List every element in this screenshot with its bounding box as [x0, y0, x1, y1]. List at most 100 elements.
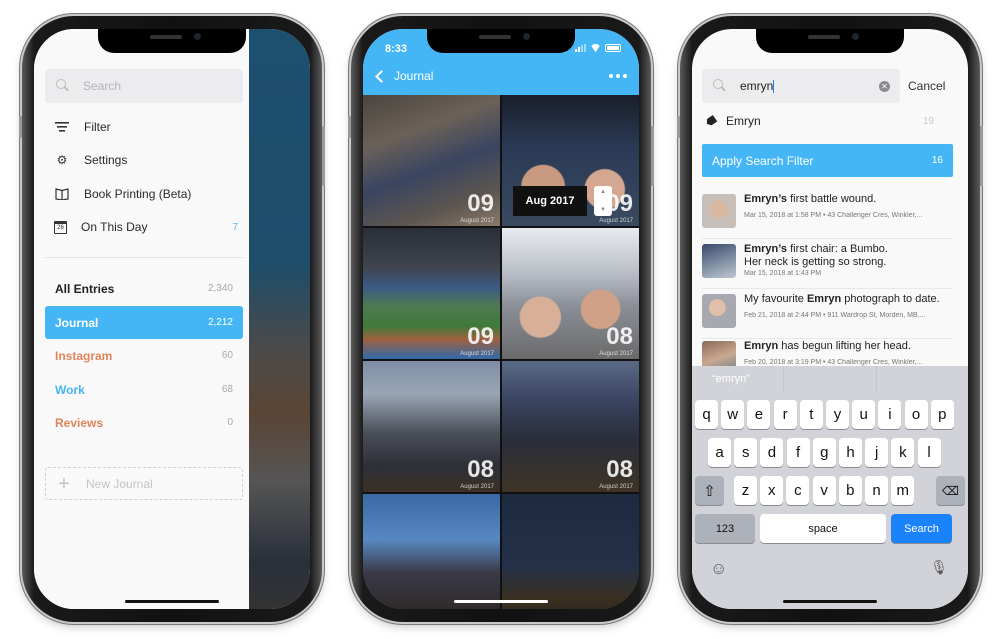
journal-work[interactable]: Work 68 — [45, 373, 243, 406]
signal-icon — [575, 44, 586, 52]
plus-icon: + — [58, 472, 70, 495]
screen: 8:33 Journal 09 August 2017 09 August 2017… — [363, 29, 639, 609]
suggestion[interactable]: “emryn” — [692, 366, 783, 392]
numbers-key[interactable]: 123 — [695, 514, 755, 543]
photo-month: August 2017 — [460, 484, 494, 490]
suggestion-empty[interactable] — [875, 366, 968, 392]
journal-label: Journal — [55, 315, 99, 330]
key-z[interactable]: z — [734, 476, 757, 505]
clear-icon[interactable]: ✕ — [879, 80, 890, 92]
key-a[interactable]: a — [708, 438, 731, 467]
menu-item-on-this-day[interactable]: 26 On This Day 7 — [54, 217, 238, 237]
photo-tile[interactable]: 08 August 2017 — [502, 361, 639, 492]
photo-tile[interactable]: 08 — [502, 494, 639, 609]
menu-item-book-printing[interactable]: Book Printing (Beta) — [54, 184, 238, 204]
notch — [427, 29, 575, 53]
keyboard-row: qwertyuiop — [692, 400, 968, 429]
key-d[interactable]: d — [760, 438, 784, 467]
key-t[interactable]: t — [799, 400, 823, 429]
scroll-handle[interactable]: ▲ ▼ — [594, 186, 612, 216]
predictive-bar: “emryn” — [692, 366, 968, 392]
key-w[interactable]: w — [721, 400, 745, 429]
key-s[interactable]: s — [734, 438, 758, 467]
phone-sidebar: Search Filter ⚙ Settings Book Printing (… — [19, 16, 325, 622]
key-h[interactable]: h — [839, 438, 862, 467]
key-b[interactable]: b — [838, 476, 862, 505]
menu-item-settings[interactable]: ⚙ Settings — [54, 150, 238, 170]
menu-item-filter[interactable]: Filter — [54, 117, 238, 137]
new-journal-button[interactable]: + New Journal — [45, 467, 243, 500]
key-r[interactable]: r — [773, 400, 797, 429]
key-o[interactable]: o — [904, 400, 928, 429]
key-m[interactable]: m — [891, 476, 915, 505]
key-k[interactable]: k — [891, 438, 915, 467]
screen: emryn ✕ Cancel Emryn 19 Apply Search Fil… — [692, 29, 968, 609]
key-g[interactable]: g — [812, 438, 836, 467]
photo-tile[interactable]: 08 August 2017 — [502, 228, 639, 359]
calendar-icon: 26 — [54, 220, 67, 234]
entry-title: Emryn’s first chair: a Bumbo. — [744, 243, 888, 255]
key-f[interactable]: f — [786, 438, 810, 467]
key-n[interactable]: n — [865, 476, 888, 505]
journal-label: Work — [55, 382, 85, 397]
more-button[interactable] — [609, 74, 627, 78]
key-j[interactable]: j — [865, 438, 889, 467]
tag-count: 19 — [922, 115, 934, 127]
apply-search-filter-button[interactable]: Apply Search Filter 16 — [702, 144, 953, 177]
tag-icon — [705, 115, 718, 127]
journal-journal[interactable]: Journal 2,212 — [45, 306, 243, 339]
suggestion-empty[interactable] — [783, 366, 875, 392]
home-indicator — [454, 600, 548, 603]
keyboard-row: asdfghjkl — [692, 438, 968, 467]
key-l[interactable]: l — [917, 438, 941, 467]
microphone-icon[interactable]: 🎙 — [930, 559, 948, 576]
key-q[interactable]: q — [695, 400, 718, 429]
key-c[interactable]: c — [786, 476, 810, 505]
search-result[interactable]: Emryn’s first battle wound. Mar 15, 2018… — [702, 189, 953, 239]
search-key[interactable]: Search — [891, 514, 952, 543]
journal-label: Instagram — [55, 348, 113, 363]
sidebar: Search Filter ⚙ Settings Book Printing (… — [34, 29, 249, 609]
main-view-peek[interactable] — [249, 29, 310, 609]
text-caret — [773, 80, 775, 94]
journal-reviews[interactable]: Reviews 0 — [45, 406, 243, 439]
back-button[interactable]: Journal — [375, 69, 433, 83]
photo-tile[interactable]: 09 August 2017 — [363, 228, 500, 359]
key-p[interactable]: p — [930, 400, 954, 429]
photo-month: August 2017 — [599, 218, 633, 224]
key-i[interactable]: i — [878, 400, 902, 429]
journal-instagram[interactable]: Instagram 60 — [45, 339, 243, 372]
keyboard: “emryn” qwertyuiop asdfghjkl ⇧ ⌫ zxcvbnm… — [692, 366, 968, 609]
mute-switch — [348, 116, 351, 138]
tag-suggestion[interactable]: Emryn 19 — [706, 111, 946, 131]
cancel-button[interactable]: Cancel — [908, 79, 945, 93]
screen: Search Filter ⚙ Settings Book Printing (… — [34, 29, 310, 609]
journal-label: All Entries — [55, 281, 115, 296]
keyboard-row: ⇧ ⌫ zxcvbnm — [692, 476, 968, 505]
photo-day: 08 — [606, 323, 633, 350]
search-input[interactable]: Search — [45, 69, 243, 103]
menu-item-label: On This Day — [81, 220, 148, 234]
key-e[interactable]: e — [747, 400, 771, 429]
key-v[interactable]: v — [812, 476, 836, 505]
search-icon — [55, 78, 71, 94]
space-key[interactable]: space — [760, 514, 886, 543]
delete-key[interactable]: ⌫ — [936, 476, 965, 505]
search-result[interactable]: Emryn’s first chair: a Bumbo. Her neck i… — [702, 239, 953, 289]
photo-day: 08 — [467, 456, 494, 483]
search-icon — [712, 78, 728, 94]
search-input[interactable]: emryn ✕ — [702, 69, 900, 103]
photo-tile[interactable]: 08 August 2017 — [363, 361, 500, 492]
search-result[interactable]: My favourite Emryn photograph to date. F… — [702, 289, 953, 339]
shift-key[interactable]: ⇧ — [695, 476, 724, 505]
journal-all-entries[interactable]: All Entries 2,340 — [45, 272, 243, 305]
photo-tile[interactable]: 08 — [363, 494, 500, 609]
key-u[interactable]: u — [852, 400, 876, 429]
menu-item-count: 7 — [232, 221, 238, 233]
menu-item-label: Filter — [84, 120, 111, 134]
key-x[interactable]: x — [760, 476, 784, 505]
emoji-icon[interactable]: ☺ — [710, 559, 727, 579]
photo-tile[interactable]: 09 August 2017 — [363, 95, 500, 226]
phone-journal-photos: 8:33 Journal 09 August 2017 09 August 2017… — [348, 16, 654, 622]
key-y[interactable]: y — [826, 400, 849, 429]
